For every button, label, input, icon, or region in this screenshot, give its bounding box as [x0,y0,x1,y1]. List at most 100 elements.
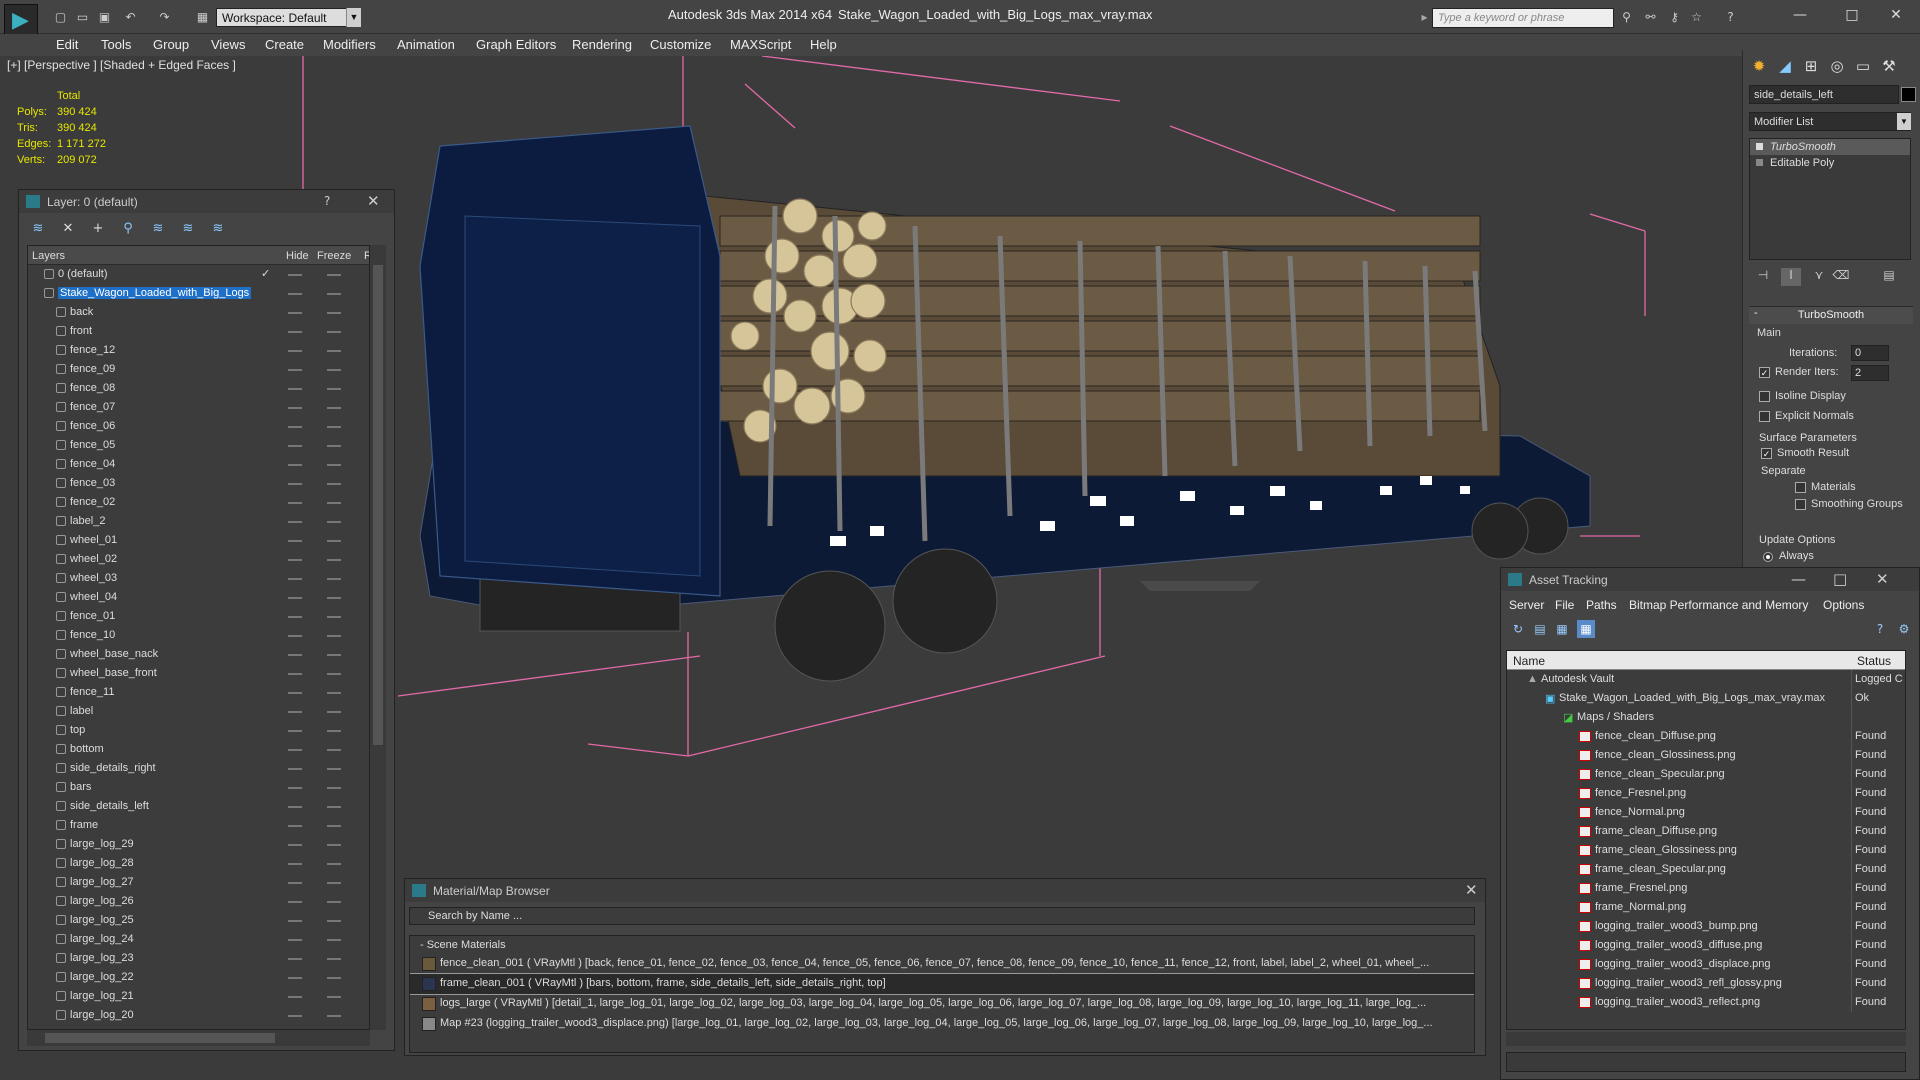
freeze-toggle[interactable] [327,312,341,314]
asset-row[interactable]: frame_clean_Specular.png Found [1507,860,1905,879]
layer-row[interactable]: label_2 [28,512,369,531]
layer-row[interactable]: large_log_29 [28,835,369,854]
freeze-toggle[interactable] [327,730,341,732]
hide-toggle[interactable] [288,882,302,884]
freeze-toggle[interactable] [327,293,341,295]
menu-help[interactable]: Help [810,37,837,52]
thumbnail-view-icon[interactable]: ▦ [1553,620,1571,638]
hide-toggle[interactable] [288,787,302,789]
layer-row[interactable]: side_details_left [28,797,369,816]
freeze-toggle[interactable] [327,1015,341,1017]
binoculars-icon[interactable]: ⚲ [1618,9,1635,26]
layer-row[interactable]: frame [28,816,369,835]
menu-views[interactable]: Views [211,37,245,52]
layer-row[interactable]: wheel_base_nack [28,645,369,664]
material-row[interactable]: fence_clean_001 ( VRayMtl ) [back, fence… [410,954,1474,974]
hide-toggle[interactable] [288,274,302,276]
lightbulb-icon[interactable] [1756,143,1763,150]
asset-row[interactable]: logging_trailer_wood3_refl_glossy.png Fou… [1507,974,1905,993]
freeze-toggle[interactable] [327,692,341,694]
freeze-toggle[interactable] [327,977,341,979]
freeze-toggle[interactable] [327,939,341,941]
hide-toggle[interactable] [288,711,302,713]
layer-row[interactable]: large_log_24 [28,930,369,949]
layer-panel-titlebar[interactable]: Layer: 0 (default) ? ✕ [19,190,394,213]
material-browser-titlebar[interactable]: Material/Map Browser ✕ [405,879,1485,902]
hide-toggle[interactable] [288,901,302,903]
layer-row[interactable]: back [28,303,369,322]
layer-row[interactable]: bars [28,778,369,797]
highlight-layer-icon[interactable]: ≋ [149,220,167,238]
layer-row[interactable]: bottom [28,740,369,759]
freeze-toggle[interactable] [327,996,341,998]
expand-icon[interactable] [1756,159,1763,166]
chevron-down-icon[interactable]: ▼ [1897,113,1911,130]
menu-graph-editors[interactable]: Graph Editors [476,37,556,52]
hide-toggle[interactable] [288,578,302,580]
col-status[interactable]: Status [1857,654,1891,668]
asset-row[interactable]: logging_trailer_wood3_displace.png Found [1507,955,1905,974]
search-input[interactable]: Type a keyword or phrase [1432,8,1614,28]
hide-toggle[interactable] [288,749,302,751]
object-name-field[interactable]: side_details_left [1749,85,1899,104]
layer-row[interactable]: large_log_26 [28,892,369,911]
hide-toggle[interactable] [288,293,302,295]
hide-toggle[interactable] [288,312,302,314]
workspace-dropdown[interactable]: Workspace: Default [216,8,361,27]
hide-toggle[interactable] [288,369,302,371]
col-name[interactable]: Name [1513,654,1545,668]
hide-all-icon[interactable]: ≋ [179,220,197,238]
add-to-layer-icon[interactable]: + [89,220,107,238]
freeze-toggle[interactable] [327,806,341,808]
layer-row[interactable]: large_log_20 [28,1006,369,1025]
key-icon[interactable]: ⚷ [1666,9,1683,26]
freeze-toggle[interactable] [327,502,341,504]
hide-toggle[interactable] [288,730,302,732]
asset-row[interactable]: fence_Fresnel.png Found [1507,784,1905,803]
layer-row[interactable]: top [28,721,369,740]
refresh-icon[interactable]: ↻ [1509,620,1527,638]
freeze-toggle[interactable] [327,787,341,789]
freeze-toggle[interactable] [327,901,341,903]
asset-list[interactable]: Name Status ▲ Autodesk Vault Logged C ▣ Sta… [1506,650,1906,1030]
freeze-toggle[interactable] [327,578,341,580]
hide-toggle[interactable] [288,464,302,466]
col-hide[interactable]: Hide [286,250,309,262]
material-row[interactable]: logs_large ( VRayMtl ) [detail_1, large_… [410,994,1474,1014]
asset-row[interactable]: fence_Normal.png Found [1507,803,1905,822]
render-iters-checkbox[interactable]: ✓ [1759,367,1770,378]
asset-menu-paths[interactable]: Paths [1586,598,1617,612]
hide-toggle[interactable] [288,616,302,618]
hide-toggle[interactable] [288,388,302,390]
smooth-result-checkbox[interactable]: ✓ [1761,448,1772,459]
scene-materials-list[interactable]: - Scene Materials fence_clean_001 ( VRay… [409,935,1475,1053]
menu-create[interactable]: Create [265,37,304,52]
layer-row[interactable]: side_details_right [28,759,369,778]
undo-icon[interactable]: ↶ [122,9,139,26]
asset-menu-server[interactable]: Server [1509,598,1544,612]
freeze-toggle[interactable] [327,464,341,466]
hide-toggle[interactable] [288,597,302,599]
scene-materials-section[interactable]: - Scene Materials [410,936,1474,954]
hide-toggle[interactable] [288,559,302,561]
menu-animation[interactable]: Animation [397,37,455,52]
iterations-spinner[interactable]: 0 [1851,345,1889,361]
asset-menu-file[interactable]: File [1555,598,1574,612]
layer-row[interactable]: wheel_base_front [28,664,369,683]
stack-item-turbosmooth[interactable]: TurboSmooth [1750,139,1910,155]
freeze-toggle[interactable] [327,920,341,922]
col-layers[interactable]: Layers [32,250,65,262]
viewport-label[interactable]: [+] [Perspective ] [Shaded + Edged Faces… [7,58,236,72]
layer-row[interactable]: fence_07 [28,398,369,417]
layer-row[interactable]: large_log_22 [28,968,369,987]
layer-row[interactable]: wheel_02 [28,550,369,569]
asset-row[interactable]: frame_clean_Glossiness.png Found [1507,841,1905,860]
layer-row[interactable]: wheel_03 [28,569,369,588]
hide-toggle[interactable] [288,844,302,846]
freeze-toggle[interactable] [327,540,341,542]
freeze-toggle[interactable] [327,654,341,656]
hide-toggle[interactable] [288,977,302,979]
scroll-thumb[interactable] [373,265,383,745]
layer-row[interactable]: fence_03 [28,474,369,493]
menu-modifiers[interactable]: Modifiers [323,37,376,52]
